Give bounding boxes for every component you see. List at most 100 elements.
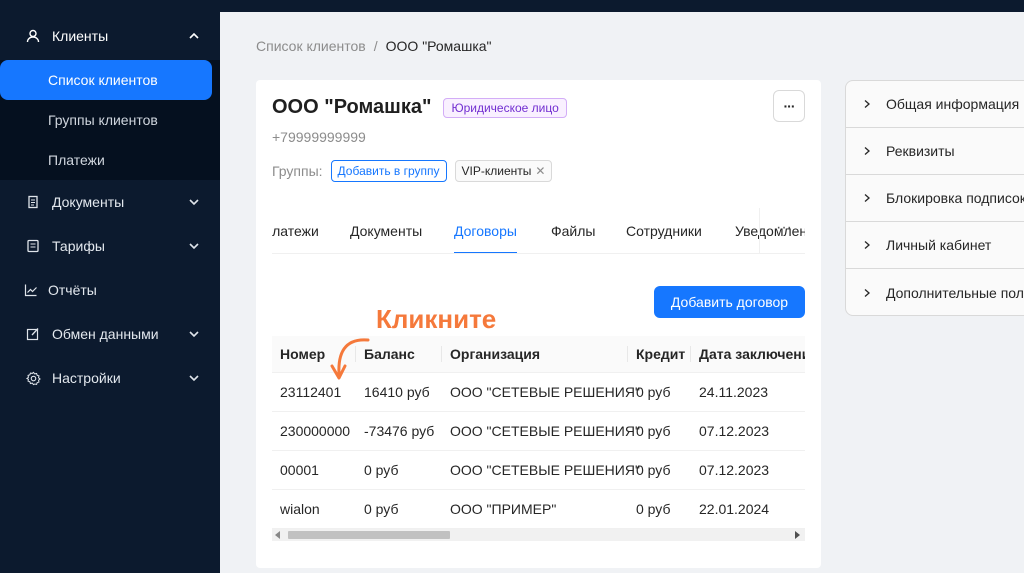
organization-cell: ООО "СЕТЕВЫЕ РЕШЕНИЯ"	[442, 450, 640, 490]
client-header: ООО "Ромашка" Юридическое лицо	[272, 96, 567, 119]
more-actions-button[interactable]: ···	[773, 90, 805, 122]
date-cell: 07.12.2023	[691, 411, 805, 451]
sidebar-item-documents[interactable]: Документы	[0, 180, 220, 224]
tab-files[interactable]: Файлы	[551, 208, 595, 253]
click-hint-label: Кликните	[376, 304, 497, 334]
column-header-date: Дата заключения	[691, 336, 805, 373]
panel-item-additional-fields[interactable]: Дополнительные поля	[846, 269, 1024, 315]
date-cell: 22.01.2024	[691, 489, 805, 529]
tab-contracts[interactable]: Договоры	[454, 208, 517, 253]
sidebar-subitem-client-groups[interactable]: Группы клиентов	[0, 100, 220, 140]
chevron-right-icon	[862, 146, 872, 156]
chevron-down-icon	[188, 196, 200, 208]
more-icon: ···	[783, 98, 796, 114]
client-phone: +79999999999	[272, 129, 366, 145]
tabs-divider	[759, 208, 760, 253]
client-tabs: Платежи Документы Договоры Файлы Сотрудн…	[272, 208, 805, 254]
organization-cell: ООО "СЕТЕВЫЕ РЕШЕНИЯ"	[442, 411, 640, 451]
tab-employees[interactable]: Сотрудники	[626, 208, 702, 253]
sidebar-item-label: Документы	[52, 194, 125, 210]
edit-icon	[24, 325, 42, 343]
breadcrumb-separator: /	[373, 38, 378, 54]
sidebar-item-reports[interactable]: Отчёты	[0, 268, 220, 312]
top-bar	[0, 0, 1024, 12]
table-row[interactable]: 230000000 -73476 руб ООО "СЕТЕВЫЕ РЕШЕНИ…	[272, 411, 805, 451]
table-row[interactable]: 00001 0 руб ООО "СЕТЕВЫЕ РЕШЕНИЯ" 0 руб …	[272, 450, 805, 490]
tabs-more-icon[interactable]: ···	[772, 208, 796, 253]
sidebar-item-label: Отчёты	[48, 282, 97, 298]
table-row[interactable]: wialon 0 руб ООО "ПРИМЕР" 0 руб 22.01.20…	[272, 489, 805, 529]
panel-item-general-info[interactable]: Общая информация	[846, 81, 1024, 128]
add-contract-button[interactable]: Добавить договор	[654, 286, 805, 318]
tab-payments[interactable]: Платежи	[272, 208, 319, 253]
balance-cell: 0 руб	[356, 450, 442, 490]
client-type-tag: Юридическое лицо	[443, 97, 567, 118]
date-cell: 24.11.2023	[691, 372, 805, 412]
close-icon[interactable]: ✕	[535, 164, 545, 178]
client-card: ООО "Ромашка" Юридическое лицо ··· +7999…	[256, 80, 821, 568]
panel-item-label: Реквизиты	[886, 143, 955, 159]
scroll-right-arrow-icon[interactable]	[795, 531, 800, 539]
chevron-right-icon	[862, 193, 872, 203]
credit-cell: 0 руб	[628, 489, 691, 529]
document-icon	[24, 193, 42, 211]
sidebar: Клиенты Список клиентов Группы клиентов …	[0, 12, 220, 573]
date-cell: 07.12.2023	[691, 450, 805, 490]
tab-documents[interactable]: Документы	[350, 208, 422, 253]
gear-icon	[24, 369, 42, 387]
sidebar-item-tariffs[interactable]: Тарифы	[0, 224, 220, 268]
main-content: Список клиентов / ООО "Ромашка" ООО "Ром…	[220, 12, 1024, 573]
user-icon	[24, 27, 42, 45]
chevron-down-icon	[188, 328, 200, 340]
chevron-right-icon	[862, 99, 872, 109]
group-tag-label: VIP-клиенты	[461, 164, 532, 178]
client-details-panel: Общая информация Реквизиты Блокировка по…	[845, 80, 1024, 316]
column-header-organization: Организация	[442, 336, 628, 373]
sidebar-item-label: Тарифы	[52, 238, 105, 254]
panel-item-subscription-block[interactable]: Блокировка подписок	[846, 175, 1024, 222]
scroll-left-arrow-icon[interactable]	[275, 531, 280, 539]
hint-arrow-icon	[330, 338, 370, 380]
sidebar-subitem-payments[interactable]: Платежи	[0, 140, 220, 180]
sidebar-subitem-client-list[interactable]: Список клиентов	[0, 60, 212, 100]
credit-cell: 0 руб	[628, 372, 691, 412]
panel-item-personal-account[interactable]: Личный кабинет	[846, 222, 1024, 269]
panel-item-label: Общая информация	[886, 96, 1020, 112]
scrollbar-thumb[interactable]	[288, 531, 450, 539]
organization-cell: ООО "ПРИМЕР"	[442, 489, 628, 529]
chevron-down-icon	[188, 372, 200, 384]
credit-cell: 0 руб	[628, 411, 691, 451]
panel-item-requisites[interactable]: Реквизиты	[846, 128, 1024, 175]
contract-number-cell[interactable]: wialon	[272, 489, 356, 529]
organization-cell: ООО "СЕТЕВЫЕ РЕШЕНИЯ"	[442, 372, 640, 412]
credit-cell: 0 руб	[628, 450, 691, 490]
sidebar-item-label: Настройки	[52, 370, 121, 386]
sidebar-item-settings[interactable]: Настройки	[0, 356, 220, 400]
groups-label: Группы:	[272, 163, 323, 179]
balance-cell: -73476 руб	[356, 411, 442, 451]
breadcrumb-current: ООО "Ромашка"	[385, 38, 492, 54]
chevron-right-icon	[862, 288, 872, 298]
contract-number-cell[interactable]: 230000000	[272, 411, 356, 451]
chevron-right-icon	[862, 240, 872, 250]
column-header-credit: Кредит	[628, 336, 691, 373]
breadcrumb: Список клиентов / ООО "Ромашка"	[256, 38, 492, 54]
contract-number-cell[interactable]: 00001	[272, 450, 356, 490]
client-groups: Группы: Добавить в группу VIP-клиенты ✕	[272, 160, 553, 182]
group-tag: VIP-клиенты ✕	[454, 160, 553, 182]
panel-item-label: Личный кабинет	[886, 237, 992, 253]
panel-item-label: Блокировка подписок	[886, 190, 1024, 206]
sidebar-item-clients[interactable]: Клиенты	[0, 12, 220, 60]
chevron-up-icon	[188, 30, 200, 42]
sidebar-item-data-exchange[interactable]: Обмен данными	[0, 312, 220, 356]
breadcrumb-client-list[interactable]: Список клиентов	[256, 38, 366, 54]
sidebar-item-label: Клиенты	[52, 28, 109, 44]
tariff-icon	[24, 237, 42, 255]
chart-icon	[22, 281, 40, 299]
balance-cell: 0 руб	[356, 489, 442, 529]
client-name: ООО "Ромашка"	[272, 96, 432, 118]
sidebar-item-label: Обмен данными	[52, 326, 159, 342]
clients-submenu: Список клиентов Группы клиентов Платежи	[0, 60, 220, 180]
add-to-group-button[interactable]: Добавить в группу	[330, 160, 447, 182]
table-horizontal-scrollbar[interactable]	[272, 529, 805, 541]
